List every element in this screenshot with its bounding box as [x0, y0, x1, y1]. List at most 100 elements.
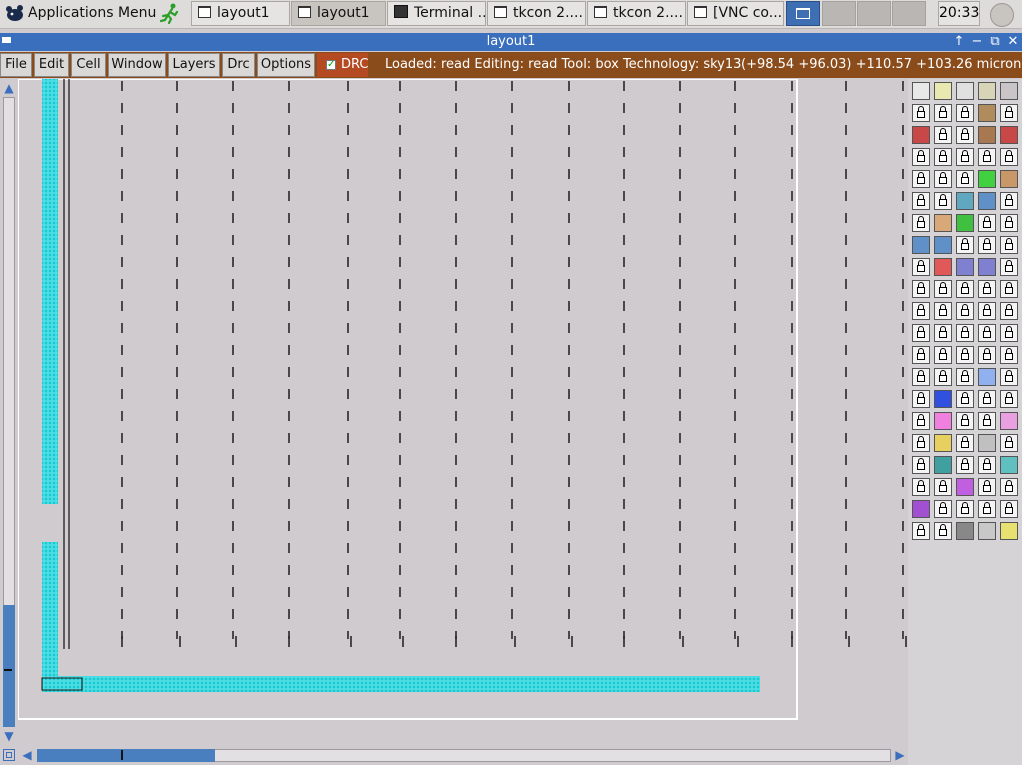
layer-swatch[interactable] [934, 434, 952, 452]
taskbar-task-vnc[interactable]: [VNC co... [687, 1, 784, 26]
layer-swatch[interactable] [912, 236, 930, 254]
layer-swatch-locked[interactable] [1000, 478, 1018, 496]
menu-options[interactable]: Options [257, 53, 315, 77]
layer-swatch[interactable] [978, 170, 996, 188]
layer-swatch-locked[interactable] [1000, 236, 1018, 254]
window-close-icon[interactable]: ✕ [1005, 33, 1021, 51]
layer-swatch-locked[interactable] [1000, 500, 1018, 518]
layer-swatch-locked[interactable] [1000, 324, 1018, 342]
layer-swatch-locked[interactable] [1000, 280, 1018, 298]
layer-swatch-locked[interactable] [956, 236, 974, 254]
layer-swatch-locked[interactable] [956, 500, 974, 518]
menu-edit[interactable]: Edit [34, 53, 69, 77]
layer-swatch-locked[interactable] [934, 324, 952, 342]
layer-swatch[interactable] [956, 522, 974, 540]
scroll-up-arrow-icon[interactable]: ▲ [3, 81, 15, 95]
layer-swatch-locked[interactable] [912, 170, 930, 188]
layer-swatch-locked[interactable] [978, 390, 996, 408]
layer-swatch-locked[interactable] [912, 390, 930, 408]
window-minimize-icon[interactable]: − [969, 33, 985, 51]
taskbar-task-terminal[interactable]: Terminal ... [387, 1, 486, 26]
layer-swatch-locked[interactable] [912, 434, 930, 452]
layer-swatch-locked[interactable] [934, 478, 952, 496]
layer-swatch-locked[interactable] [912, 192, 930, 210]
zoom-box-icon[interactable] [3, 749, 15, 761]
layer-swatch[interactable] [978, 258, 996, 276]
layer-swatch[interactable] [1000, 126, 1018, 144]
layer-swatch[interactable] [1000, 456, 1018, 474]
layer-swatch-locked[interactable] [912, 412, 930, 430]
layer-swatch[interactable] [1000, 170, 1018, 188]
scroll-down-arrow-icon[interactable]: ▼ [3, 729, 15, 743]
layer-swatch[interactable] [1000, 82, 1018, 100]
layer-swatch-locked[interactable] [956, 324, 974, 342]
layer-swatch-locked[interactable] [912, 302, 930, 320]
layer-swatch-locked[interactable] [978, 478, 996, 496]
workspace-3[interactable] [857, 1, 891, 26]
layer-swatch[interactable] [956, 82, 974, 100]
layer-swatch-locked[interactable] [1000, 368, 1018, 386]
layer-swatch[interactable] [978, 126, 996, 144]
layer-swatch[interactable] [934, 456, 952, 474]
layer-swatch[interactable] [978, 522, 996, 540]
layer-swatch-locked[interactable] [912, 148, 930, 166]
layer-swatch-locked[interactable] [956, 456, 974, 474]
scroll-left-arrow-icon[interactable]: ◀ [20, 748, 34, 762]
layer-swatch[interactable] [978, 104, 996, 122]
menu-window[interactable]: Window [108, 53, 166, 77]
layer-swatch-locked[interactable] [1000, 434, 1018, 452]
taskbar-task-layout1-a[interactable]: layout1 [191, 1, 290, 26]
window-titlebar[interactable]: layout1 ↑ − ⧉ ✕ [0, 33, 1022, 51]
layer-swatch[interactable] [978, 82, 996, 100]
layout-canvas[interactable] [18, 79, 908, 746]
layer-swatch-locked[interactable] [934, 280, 952, 298]
layer-swatch-locked[interactable] [912, 522, 930, 540]
layer-swatch-locked[interactable] [1000, 346, 1018, 364]
layer-swatch-locked[interactable] [1000, 148, 1018, 166]
layer-swatch-locked[interactable] [978, 412, 996, 430]
layer-swatch-locked[interactable] [934, 104, 952, 122]
layer-swatch[interactable] [1000, 412, 1018, 430]
taskbar-task-layout1-b[interactable]: layout1 [291, 1, 386, 26]
layer-swatch[interactable] [956, 478, 974, 496]
menu-drc[interactable]: Drc [222, 53, 255, 77]
layer-swatch-locked[interactable] [978, 148, 996, 166]
layer-swatch-locked[interactable] [978, 346, 996, 364]
layer-swatch-locked[interactable] [912, 280, 930, 298]
layer-swatch-locked[interactable] [912, 346, 930, 364]
layer-swatch-locked[interactable] [956, 302, 974, 320]
power-icon[interactable] [990, 3, 1014, 27]
horizontal-scroll-thumb[interactable] [37, 749, 215, 762]
layer-swatch-locked[interactable] [912, 368, 930, 386]
layer-swatch-locked[interactable] [956, 434, 974, 452]
layer-swatch[interactable] [978, 192, 996, 210]
show-desktop-button[interactable] [786, 1, 820, 26]
layer-swatch-locked[interactable] [934, 346, 952, 364]
layer-swatch-locked[interactable] [934, 126, 952, 144]
layer-swatch-locked[interactable] [956, 148, 974, 166]
horizontal-scrollbar[interactable]: ◀ ▶ [0, 746, 910, 765]
layer-swatch-locked[interactable] [934, 368, 952, 386]
layer-swatch-locked[interactable] [956, 280, 974, 298]
layer-swatch[interactable] [956, 258, 974, 276]
clock[interactable]: 20:33 [938, 1, 980, 26]
layer-swatch-locked[interactable] [978, 236, 996, 254]
menu-layers[interactable]: Layers [168, 53, 220, 77]
layer-swatch-locked[interactable] [978, 456, 996, 474]
layer-swatch[interactable] [934, 412, 952, 430]
layer-swatch-locked[interactable] [1000, 192, 1018, 210]
layer-swatch-locked[interactable] [956, 412, 974, 430]
workspace-2[interactable] [822, 1, 856, 26]
layer-swatch-locked[interactable] [912, 456, 930, 474]
layer-swatch-locked[interactable] [978, 500, 996, 518]
window-menu-icon[interactable] [2, 37, 11, 43]
window-raise-icon[interactable]: ↑ [951, 33, 967, 51]
layer-swatch-locked[interactable] [1000, 390, 1018, 408]
layer-swatch[interactable] [934, 214, 952, 232]
layer-swatch[interactable] [934, 390, 952, 408]
menu-cell[interactable]: Cell [71, 53, 106, 77]
layer-swatch[interactable] [912, 82, 930, 100]
layer-swatch-locked[interactable] [978, 280, 996, 298]
layer-swatch-locked[interactable] [956, 390, 974, 408]
taskbar-task-tkcon-b[interactable]: tkcon 2.... [587, 1, 686, 26]
